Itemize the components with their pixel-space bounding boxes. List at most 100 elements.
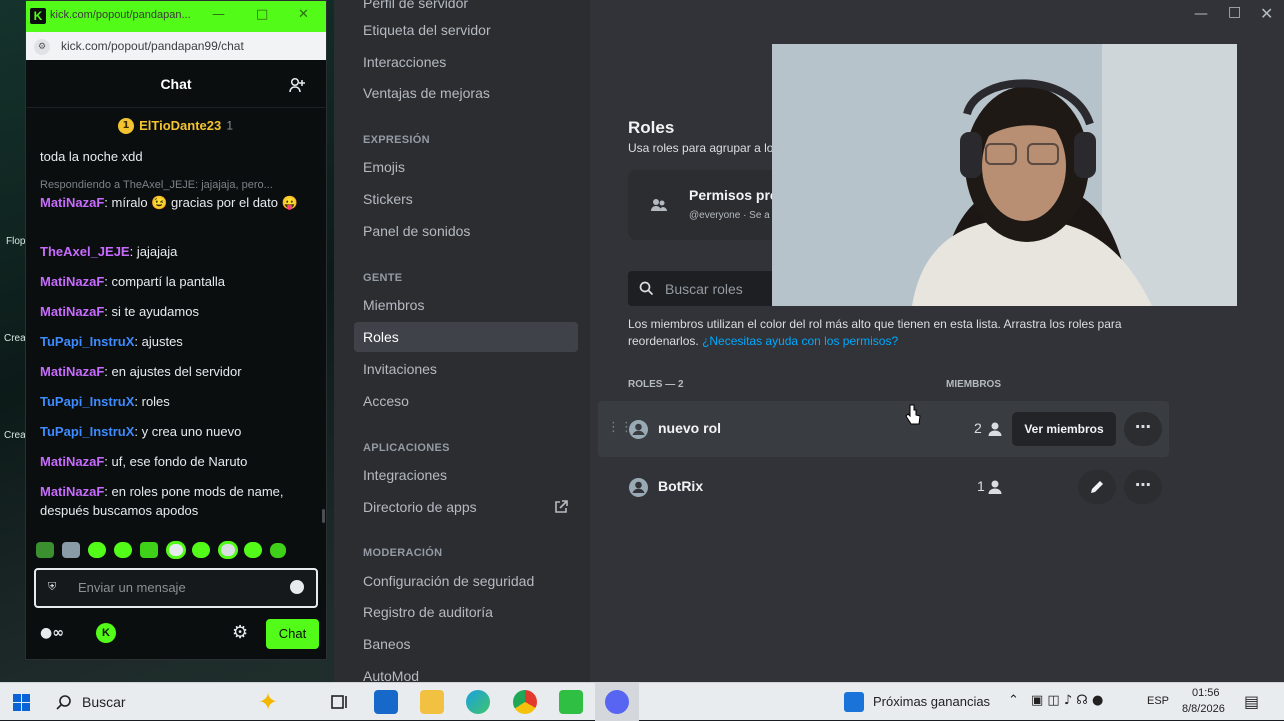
chat-message: TheAxel_JEJE: jajajaja: [40, 242, 316, 261]
chevron-up-icon[interactable]: ⌃: [1008, 693, 1019, 708]
clock-date[interactable]: 8/8/2026: [1182, 703, 1225, 715]
section-expresion: EXPRESIÓN: [363, 134, 430, 146]
edge-icon[interactable]: [466, 690, 490, 714]
emote-bar: [36, 539, 316, 561]
users-icon[interactable]: [289, 77, 307, 93]
edit-role-button[interactable]: [1078, 470, 1116, 504]
file-explorer-icon[interactable]: [420, 690, 444, 714]
kick-address-bar[interactable]: ⚙ kick.com/popout/pandapan99/chat: [26, 32, 326, 60]
nav-registro-auditoria[interactable]: Registro de auditoría: [354, 597, 578, 627]
outlook-icon[interactable]: [374, 690, 398, 714]
emoji-icon[interactable]: [290, 580, 304, 594]
nav-roles[interactable]: Roles: [354, 322, 578, 352]
points-icon[interactable]: ●∞: [40, 625, 64, 641]
chat-send-button[interactable]: Chat: [266, 619, 319, 649]
notifications-icon[interactable]: ▤: [1244, 692, 1259, 711]
page-title: Roles: [628, 118, 675, 137]
clock-time[interactable]: 01:56: [1192, 687, 1220, 699]
site-info-icon[interactable]: ⚙: [34, 39, 50, 55]
role-row[interactable]: ⋮⋮ nuevo rol 2 Ver miembros ⋯: [598, 401, 1169, 457]
member-icon: [988, 422, 1002, 436]
message-username[interactable]: MatiNazaF: [40, 454, 104, 469]
role-more-button[interactable]: ⋯: [1124, 412, 1162, 446]
search-roles-field[interactable]: Buscar roles: [628, 271, 788, 306]
message-text: : si te ayudamos: [104, 304, 199, 319]
message-username[interactable]: MatiNazaF: [40, 195, 104, 210]
emote-icon[interactable]: [166, 541, 186, 559]
chat-title: Chat: [160, 76, 192, 92]
kick-coin-icon[interactable]: K: [96, 623, 116, 643]
emote-icon[interactable]: [244, 542, 262, 558]
emote-icon[interactable]: [218, 541, 238, 559]
pinned-username: ElTioDante23: [139, 118, 222, 133]
help-permissions-link[interactable]: ¿Necesitas ayuda con los permisos?: [702, 334, 898, 348]
desktop-icon-label: Crea: [4, 430, 26, 441]
streamer-video: [772, 44, 1237, 306]
emote-icon[interactable]: [62, 542, 80, 558]
nav-stickers[interactable]: Stickers: [354, 184, 578, 214]
emote-icon[interactable]: [270, 543, 286, 558]
nav-interacciones[interactable]: Interacciones: [354, 47, 578, 77]
role-shield-icon: [629, 478, 648, 497]
message-username[interactable]: MatiNazaF: [40, 304, 104, 319]
pinned-count: 1: [226, 118, 233, 133]
start-windows-icon[interactable]: [13, 694, 30, 711]
nav-panel-sonidos[interactable]: Panel de sonidos: [354, 216, 578, 246]
role-name: BotRix: [658, 478, 704, 494]
emote-icon[interactable]: [114, 542, 132, 558]
message-username[interactable]: MatiNazaF: [40, 484, 104, 499]
role-row[interactable]: BotRix 1 ⋯: [598, 459, 1169, 515]
emote-icon[interactable]: [88, 542, 106, 558]
kick-chat-window: K kick.com/popout/pandapan... — □ ✕ ⚙ ki…: [25, 0, 327, 660]
external-link-icon: [555, 500, 568, 513]
close-icon[interactable]: ✕: [1260, 4, 1273, 23]
news-icon[interactable]: [844, 692, 864, 712]
nav-integraciones[interactable]: Integraciones: [354, 460, 578, 490]
gift-badge-icon: 1: [118, 117, 134, 134]
chat-scrollbar[interactable]: [322, 509, 325, 523]
message-username[interactable]: MatiNazaF: [40, 274, 104, 289]
message-username[interactable]: TuPapi_InstruX: [40, 394, 134, 409]
emote-icon[interactable]: [140, 542, 158, 558]
message-text: : ajustes: [134, 334, 183, 349]
nav-miembros[interactable]: Miembros: [354, 290, 578, 320]
sparkle-icon: ✦: [258, 688, 279, 716]
news-label[interactable]: Próximas ganancias: [873, 694, 990, 709]
kick-app-icon[interactable]: [559, 690, 583, 714]
minimize-icon[interactable]: —: [1194, 6, 1208, 22]
language-indicator[interactable]: ESP: [1147, 695, 1169, 707]
nav-acceso[interactable]: Acceso: [354, 386, 578, 416]
tray-icons[interactable]: ▣ ◫ ♪ ☊ ●: [1031, 693, 1103, 708]
message-username[interactable]: TheAxel_JEJE: [40, 244, 130, 259]
nav-emojis[interactable]: Emojis: [354, 152, 578, 182]
emote-icon[interactable]: [36, 542, 54, 558]
nav-ventajas-mejoras[interactable]: Ventajas de mejoras: [354, 78, 578, 108]
message-text: : míralo 😉 gracias por el dato 😛: [104, 195, 298, 210]
kick-titlebar[interactable]: K kick.com/popout/pandapan... — □ ✕: [26, 1, 326, 32]
nav-baneos[interactable]: Baneos: [354, 629, 578, 659]
role-more-button[interactable]: ⋯: [1124, 470, 1162, 504]
taskbar-search[interactable]: Buscar ✦: [46, 688, 316, 716]
emote-icon[interactable]: [192, 542, 210, 558]
kick-maximize-icon[interactable]: □: [256, 7, 268, 22]
nav-invitaciones[interactable]: Invitaciones: [354, 354, 578, 384]
kick-chat-header: Chat: [26, 60, 326, 108]
task-view-icon[interactable]: [327, 690, 351, 714]
pinned-gifter[interactable]: 1 ElTioDante23 1: [118, 115, 233, 135]
message-username[interactable]: TuPapi_InstruX: [40, 334, 134, 349]
nav-etiqueta-servidor[interactable]: Etiqueta del servidor: [354, 15, 578, 45]
nav-config-seguridad[interactable]: Configuración de seguridad: [354, 566, 578, 596]
kick-close-icon[interactable]: ✕: [298, 7, 309, 22]
chrome-icon[interactable]: [513, 690, 537, 714]
search-icon: [56, 695, 71, 710]
nav-directorio-apps[interactable]: Directorio de apps: [354, 492, 578, 522]
message-username[interactable]: TuPapi_InstruX: [40, 424, 134, 439]
message-username[interactable]: MatiNazaF: [40, 364, 104, 379]
taskbar-search-label: Buscar: [82, 694, 126, 710]
discord-icon[interactable]: [605, 690, 629, 714]
maximize-icon[interactable]: □: [1228, 4, 1241, 20]
message-input[interactable]: ⛨ Enviar un mensaje: [34, 568, 318, 608]
nav-directorio-label: Directorio de apps: [363, 499, 477, 515]
kick-minimize-icon[interactable]: —: [212, 7, 225, 22]
settings-gear-icon[interactable]: ⚙: [232, 622, 248, 643]
